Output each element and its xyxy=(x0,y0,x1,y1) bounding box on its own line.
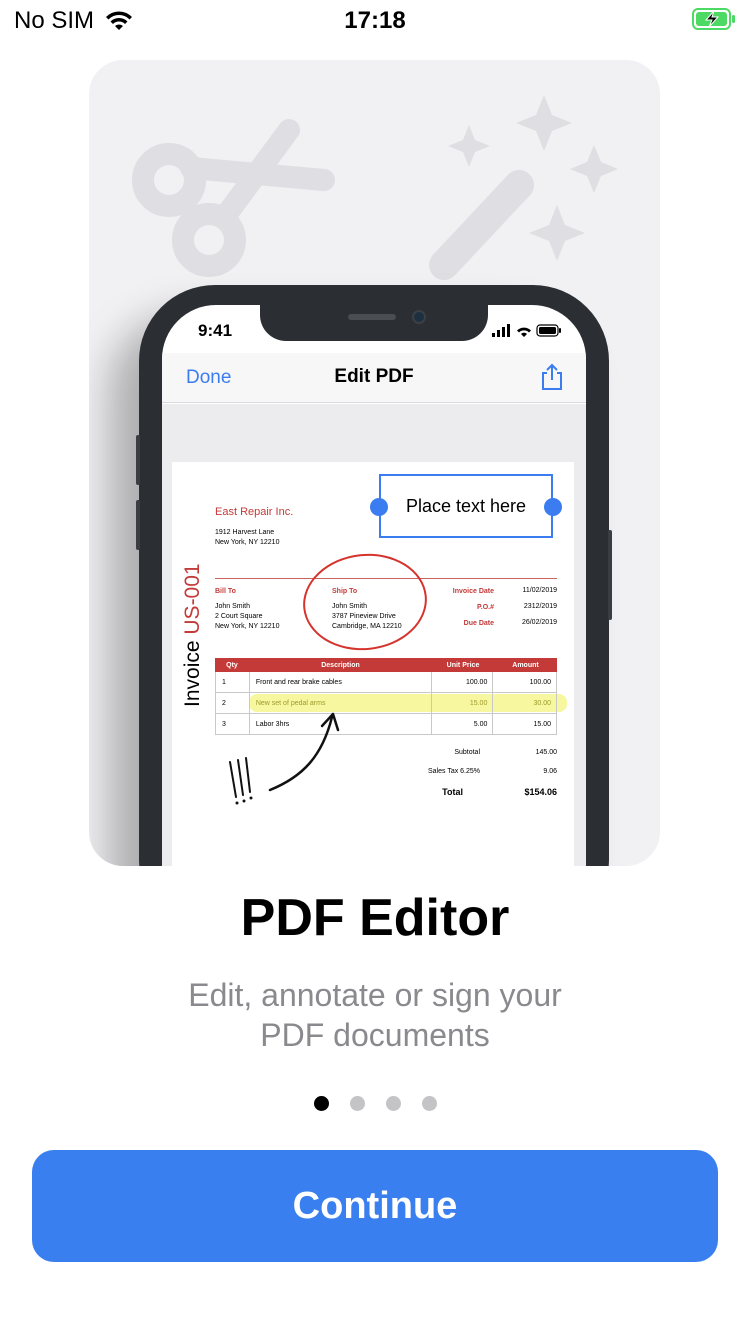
company-name: East Repair Inc. xyxy=(215,506,294,518)
edit-pdf-title: Edit PDF xyxy=(334,366,414,387)
arrow-annotation xyxy=(229,712,340,805)
phone-mockup: 9:41 Done Edit PDF Invoice US-001 East R… xyxy=(136,285,612,866)
hero-illustration: 9:41 Done Edit PDF Invoice US-001 East R… xyxy=(89,60,660,866)
invoice-vertical-title: Invoice US-001 xyxy=(181,563,204,707)
circle-annotation xyxy=(298,547,432,657)
battery-charging-icon xyxy=(692,8,735,30)
phone-status-icons xyxy=(492,324,561,337)
page-dot-2[interactable] xyxy=(349,1096,365,1111)
pdf-canvas: Invoice US-001 East Repair Inc. 1912 Har… xyxy=(162,404,586,866)
phone-notch xyxy=(260,305,488,341)
place-text-box: Place text here xyxy=(370,474,562,538)
invoice-date-value: 11/02/2019 xyxy=(522,587,557,594)
page-dot-1[interactable] xyxy=(313,1096,329,1111)
bill-to-label: Bill To xyxy=(215,588,236,595)
bill-to-address: John Smith 2 Court Square New York, NY 1… xyxy=(215,603,280,630)
continue-button[interactable]: Continue xyxy=(32,1150,718,1262)
due-date-label: Due Date xyxy=(463,620,494,627)
magic-wand-icon xyxy=(429,95,618,280)
company-address: 1912 Harvest Lane New York, NY 12210 xyxy=(215,529,280,546)
scissors-icon xyxy=(132,119,335,277)
status-bar: No SIM 17:18 xyxy=(0,0,750,40)
resize-handle-right xyxy=(544,498,562,516)
invoice-date-label: Invoice Date xyxy=(452,588,494,595)
table-row: 1 Front and rear brake cables 100.00 100… xyxy=(215,672,557,693)
table-header: Qty Description Unit Price Amount xyxy=(215,658,557,672)
onboarding-subtitle: Edit, annotate or sign your PDF document… xyxy=(188,977,562,1053)
page-dot-3[interactable] xyxy=(385,1096,401,1111)
status-time: 17:18 xyxy=(344,7,406,34)
phone-nav-bar: Done Edit PDF xyxy=(162,353,586,403)
resize-handle-left xyxy=(370,498,388,516)
phone-screen: 9:41 Done Edit PDF Invoice US-001 East R… xyxy=(162,305,586,866)
po-label: P.O.# xyxy=(477,604,494,611)
phone-time: 9:41 xyxy=(198,321,233,340)
page-dot-4[interactable] xyxy=(421,1096,437,1111)
invoice-document: Invoice US-001 East Repair Inc. 1912 Har… xyxy=(172,462,574,866)
po-value: 2312/2019 xyxy=(523,603,557,610)
onboarding-title: PDF Editor xyxy=(240,889,510,947)
share-icon xyxy=(542,363,562,390)
due-date-value: 26/02/2019 xyxy=(521,619,557,626)
page-indicator[interactable] xyxy=(0,1096,750,1111)
